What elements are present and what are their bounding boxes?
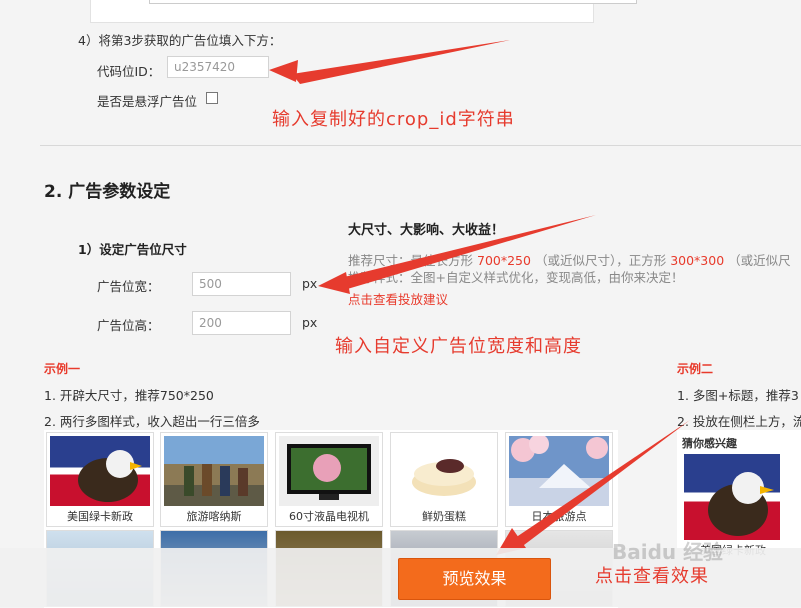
arrowhead-code-id bbox=[269, 60, 298, 82]
arrow-to-preview bbox=[512, 420, 690, 548]
arrow-to-code-id bbox=[292, 40, 510, 84]
preview-button[interactable]: 预览效果 bbox=[398, 558, 551, 600]
arrowhead-width bbox=[318, 272, 350, 294]
baidu-watermark: Baidu 经验 bbox=[612, 540, 724, 564]
arrow-to-width bbox=[340, 215, 596, 290]
annotation-arrows bbox=[269, 40, 690, 555]
annotation-preview: 点击查看效果 bbox=[595, 566, 709, 587]
